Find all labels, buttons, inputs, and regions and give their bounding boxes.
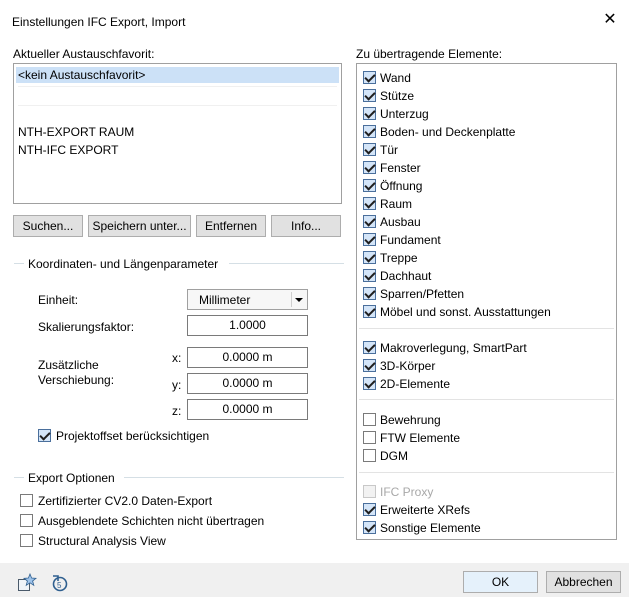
element-checkbox[interactable] [363, 287, 376, 300]
element-label: Sonstige Elemente [380, 521, 481, 535]
element-checkbox[interactable] [363, 179, 376, 192]
y-label: y: [172, 378, 182, 392]
unit-dropdown[interactable]: Millimeter [187, 289, 308, 310]
element-checkbox[interactable] [363, 89, 376, 102]
element-checkbox[interactable] [363, 197, 376, 210]
scale-field[interactable]: 1.0000 [187, 315, 308, 336]
close-icon[interactable]: ✕ [599, 9, 621, 31]
x-label: x: [172, 351, 182, 365]
unit-value: Millimeter [199, 293, 251, 307]
dialog-title: Einstellungen IFC Export, Import [12, 15, 186, 29]
element-label: Makroverlegung, SmartPart [380, 341, 527, 355]
element-checkbox[interactable] [363, 503, 376, 516]
group-separator [359, 399, 614, 400]
search-button[interactable]: Suchen... [13, 215, 83, 237]
element-checkbox[interactable] [363, 233, 376, 246]
structural-analysis-checkbox[interactable] [20, 534, 33, 547]
element-label: Unterzug [380, 107, 429, 121]
element-label: Treppe [380, 251, 418, 265]
favorite-item[interactable]: NTH-IFC EXPORT [18, 142, 118, 158]
favorite-star-icon[interactable] [17, 572, 38, 593]
ok-button[interactable]: OK [463, 571, 538, 593]
element-label: Sparren/Pfetten [380, 287, 465, 301]
element-label: Wand [380, 71, 411, 85]
favorite-item[interactable]: NTH-EXPORT RAUM [18, 124, 134, 140]
element-checkbox[interactable] [363, 161, 376, 174]
scale-label: Skalierungsfaktor: [38, 320, 135, 334]
element-label: DGM [380, 449, 408, 463]
element-label: FTW Elemente [380, 431, 461, 445]
element-checkbox[interactable] [363, 413, 376, 426]
export-options-group-label: Export Optionen [28, 471, 115, 485]
element-label: Ausbau [380, 215, 421, 229]
x-offset-field[interactable]: 0.0000 m [187, 347, 308, 368]
hidden-layers-checkbox[interactable] [20, 514, 33, 527]
group-divider [229, 263, 344, 264]
element-label: Dachhaut [380, 269, 432, 283]
element-label: Raum [380, 197, 413, 211]
element-checkbox[interactable] [363, 269, 376, 282]
cancel-button[interactable]: Abbrechen [546, 571, 621, 593]
certified-cv2-checkbox[interactable] [20, 494, 33, 507]
element-checkbox[interactable] [363, 125, 376, 138]
favorites-list[interactable]: <kein Austauschfavorit> NTH-EXPORT RAUM … [13, 63, 342, 204]
coordinates-group-label: Koordinaten- und Längenparameter [28, 257, 219, 271]
element-label: Möbel und sonst. Ausstattungen [380, 305, 551, 319]
element-checkbox[interactable] [363, 305, 376, 318]
list-separator [18, 86, 337, 87]
info-button[interactable]: Info... [271, 215, 341, 237]
group-divider [14, 477, 24, 478]
element-label: Erweiterte XRefs [380, 503, 471, 517]
element-label: 2D-Elemente [380, 377, 451, 391]
element-checkbox[interactable] [363, 431, 376, 444]
element-label: Tür [380, 143, 398, 157]
offset-label-line1: Zusätzliche [38, 358, 99, 372]
element-checkbox[interactable] [363, 215, 376, 228]
svg-text:5: 5 [57, 581, 62, 590]
element-checkbox [363, 485, 376, 498]
element-checkbox[interactable] [363, 71, 376, 84]
y-offset-field[interactable]: 0.0000 m [187, 373, 308, 394]
element-label: Bewehrung [380, 413, 441, 427]
element-label: 3D-Körper [380, 359, 436, 373]
elements-list: Wand Stütze Unterzug Boden- und Deckenpl… [356, 63, 617, 540]
remove-button[interactable]: Entfernen [196, 215, 266, 237]
project-offset-label: Projektoffset berücksichtigen [56, 429, 210, 443]
element-label: Fundament [380, 233, 441, 247]
element-label: Stütze [380, 89, 415, 103]
element-checkbox[interactable] [363, 359, 376, 372]
element-label: Fenster [380, 161, 421, 175]
group-divider [14, 263, 24, 264]
element-label: Boden- und Deckenplatte [380, 125, 516, 139]
group-divider [124, 477, 344, 478]
list-separator [18, 105, 337, 106]
favorite-item[interactable]: <kein Austauschfavorit> [16, 67, 339, 83]
element-checkbox[interactable] [363, 449, 376, 462]
element-label: IFC Proxy [380, 485, 434, 499]
z-label: z: [172, 404, 182, 418]
element-checkbox[interactable] [363, 377, 376, 390]
favorites-label: Aktueller Austauschfavorit: [13, 47, 155, 61]
element-checkbox[interactable] [363, 107, 376, 120]
z-offset-field[interactable]: 0.0000 m [187, 399, 308, 420]
element-checkbox[interactable] [363, 341, 376, 354]
offset-label-line2: Verschiebung: [38, 373, 115, 387]
element-checkbox[interactable] [363, 251, 376, 264]
reset-undo-icon[interactable]: 5 [50, 573, 70, 593]
group-separator [359, 472, 614, 473]
element-checkbox[interactable] [363, 143, 376, 156]
structural-analysis-label: Structural Analysis View [38, 534, 166, 548]
element-label: Öffnung [380, 179, 423, 193]
project-offset-checkbox[interactable] [38, 429, 51, 442]
certified-cv2-label: Zertifizierter CV2.0 Daten-Export [38, 494, 213, 508]
group-separator [359, 328, 614, 329]
elements-label: Zu übertragende Elemente: [356, 47, 503, 61]
element-checkbox[interactable] [363, 521, 376, 534]
unit-label: Einheit: [38, 293, 79, 307]
save-as-button[interactable]: Speichern unter... [88, 215, 191, 237]
hidden-layers-label: Ausgeblendete Schichten nicht übertragen [38, 514, 265, 528]
chevron-down-icon[interactable] [291, 292, 305, 307]
